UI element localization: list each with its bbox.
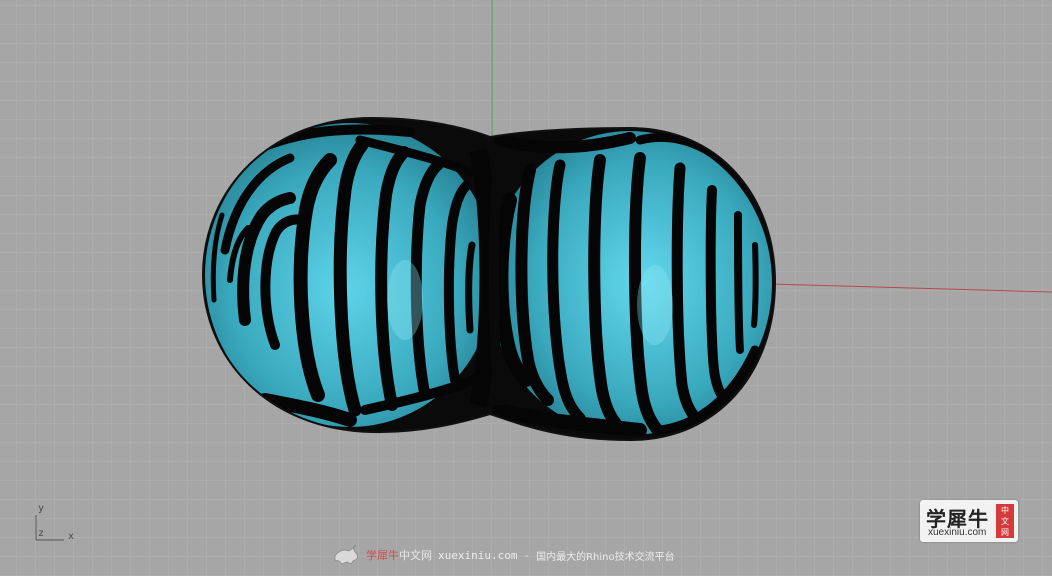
watermark-cn: 中文网: [399, 549, 432, 562]
zebra-analysis-surface[interactable]: [201, 116, 777, 442]
logo-badge-char-2: 文: [1001, 516, 1009, 526]
watermark-caption: 学犀牛 中文网 xuexiniu.com - 国内最大的Rhino技术交流平台: [330, 544, 675, 566]
logo-badge-char-3: 网: [1001, 527, 1009, 537]
watermark-brand: 学犀牛: [366, 549, 399, 562]
site-logo: 学犀牛 xuexiniu.com 中 文 网: [920, 500, 1018, 542]
watermark-url: xuexiniu.com: [438, 548, 518, 562]
logo-badge: 中 文 网: [996, 504, 1014, 538]
rhino-viewport[interactable]: y z x 学犀牛 中文网 xuexiniu.com - 国内最大的Rhino技术…: [0, 0, 1052, 576]
logo-badge-char-1: 中: [1001, 505, 1009, 515]
watermark-separator: -: [523, 548, 531, 562]
axis-label-x: x: [68, 531, 75, 542]
axis-label-y: y: [38, 503, 45, 514]
watermark-description: 国内最大的Rhino技术交流平台: [536, 551, 675, 563]
logo-url: xuexiniu.com: [928, 527, 987, 538]
axis-label-z: z: [38, 528, 45, 539]
viewport-scene: [0, 0, 1052, 576]
